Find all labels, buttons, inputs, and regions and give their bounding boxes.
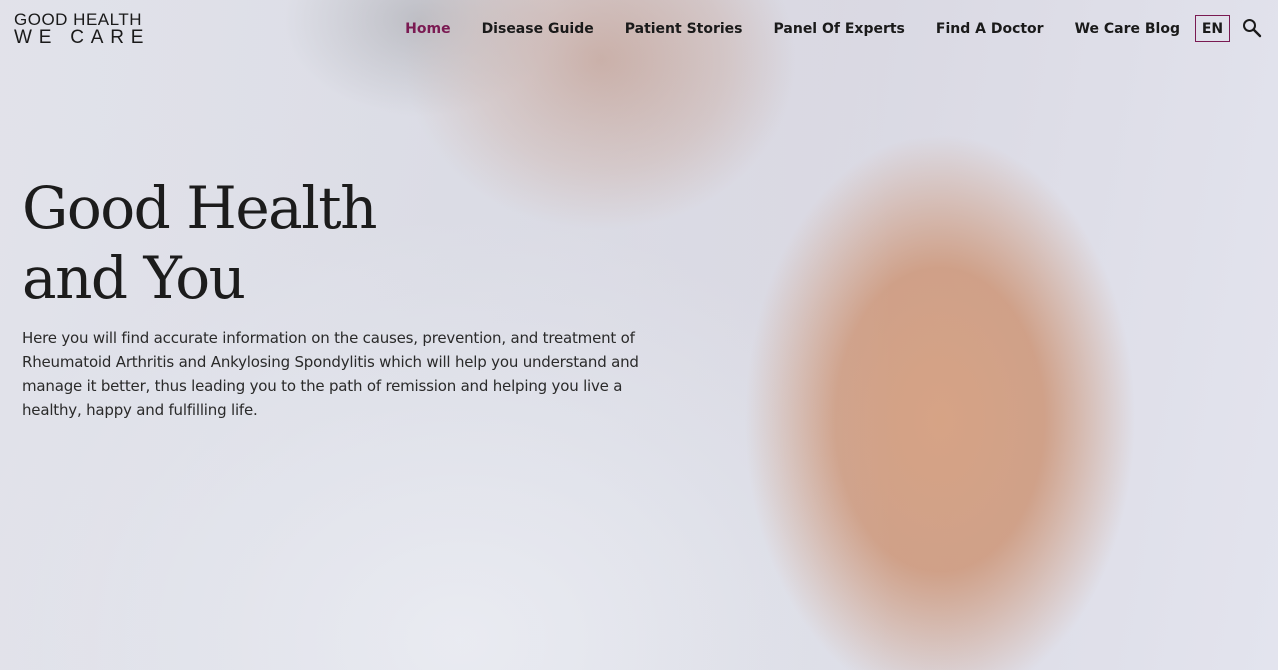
nav-item-home[interactable]: Home bbox=[405, 21, 450, 37]
logo-line-2: WE CARE bbox=[14, 27, 151, 48]
nav-item-find-a-doctor[interactable]: Find A Doctor bbox=[936, 21, 1044, 37]
hero-title-line-1: Good Health bbox=[22, 174, 377, 242]
hero-title: Good Health and You bbox=[22, 173, 377, 313]
hero-title-line-2: and You bbox=[22, 244, 246, 312]
main-nav: Home Disease Guide Patient Stories Panel… bbox=[374, 16, 1180, 42]
nav-item-panel-of-experts[interactable]: Panel Of Experts bbox=[774, 21, 905, 37]
site-header: GOOD HEALTH WE CARE Home Disease Guide P… bbox=[0, 0, 1278, 58]
search-icon bbox=[1243, 19, 1262, 38]
nav-item-disease-guide[interactable]: Disease Guide bbox=[482, 21, 594, 37]
hero-description: Here you will find accurate information … bbox=[22, 329, 639, 419]
search-button[interactable] bbox=[1242, 18, 1262, 38]
nav-item-we-care-blog[interactable]: We Care Blog bbox=[1075, 21, 1180, 37]
site-logo[interactable]: GOOD HEALTH WE CARE bbox=[14, 11, 151, 48]
nav-item-patient-stories[interactable]: Patient Stories bbox=[625, 21, 743, 37]
language-selector-button[interactable]: EN bbox=[1195, 15, 1230, 42]
